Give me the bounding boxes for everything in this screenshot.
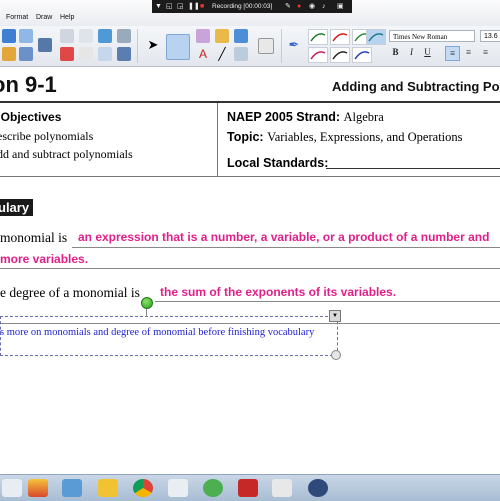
window-icon[interactable] — [272, 479, 292, 497]
media-icon[interactable] — [308, 479, 328, 497]
pen-style-5[interactable] — [308, 47, 328, 63]
dropdown-icon[interactable]: ▼ — [155, 2, 162, 11]
delete-icon[interactable] — [60, 47, 74, 61]
toolbar-separator — [137, 29, 138, 63]
text-tool-icon[interactable]: A — [196, 47, 210, 61]
pdf-icon[interactable] — [238, 479, 258, 497]
undo-icon[interactable] — [98, 29, 112, 43]
answer-line — [72, 247, 500, 248]
answer-line — [155, 301, 500, 302]
pen-style-2[interactable] — [330, 29, 350, 45]
select-arrow-icon[interactable]: ➤ — [146, 38, 160, 52]
pen-icon[interactable]: ✎ — [285, 2, 291, 11]
align-left-button[interactable]: ≡ — [445, 46, 460, 61]
pen-tool-icon[interactable] — [166, 34, 190, 60]
restore-icon[interactable]: ◲ — [177, 2, 184, 11]
new-page-icon[interactable] — [2, 29, 16, 43]
pause-icon[interactable]: ❚❚ — [188, 2, 200, 11]
app-green-icon[interactable] — [203, 479, 223, 497]
naep-label: NAEP 2005 Strand: — [227, 110, 341, 124]
font-size-select[interactable]: 13.6 — [480, 30, 500, 42]
topic-label: Topic: — [227, 130, 264, 144]
settings-icon[interactable] — [117, 29, 131, 43]
pen-style-1[interactable] — [308, 29, 328, 45]
pen-icon[interactable]: ✒ — [287, 38, 301, 52]
bold-button[interactable]: B — [389, 46, 402, 59]
align-center-button[interactable]: ≡ — [462, 46, 475, 59]
calculator-icon[interactable] — [168, 479, 188, 497]
shapes-icon[interactable] — [234, 29, 248, 43]
line-tool-icon[interactable]: ╱ — [215, 47, 229, 61]
menu-draw[interactable]: Draw — [36, 14, 52, 21]
audio-icon[interactable]: ♪ — [322, 2, 326, 11]
resize-handle[interactable] — [331, 350, 341, 360]
save-icon[interactable] — [19, 29, 33, 43]
fill-icon[interactable] — [215, 29, 229, 43]
table-column-divider — [217, 103, 218, 176]
explorer-icon[interactable] — [2, 479, 22, 497]
naep-strand: NAEP 2005 Strand: Algebra — [227, 110, 384, 125]
recording-bar: ▼ ◱ ◲ ❚❚ ■ Recording [00:00:03] ✎ ● ◉ ♪ … — [152, 0, 352, 13]
screen-icon[interactable] — [38, 38, 52, 52]
table-icon[interactable] — [234, 47, 248, 61]
open-icon[interactable] — [2, 47, 16, 61]
folder-icon[interactable] — [98, 479, 118, 497]
degree-answer: the sum of the exponents of its variable… — [160, 285, 397, 299]
pen-style-6[interactable] — [330, 47, 350, 63]
close-page-icon[interactable] — [117, 47, 131, 61]
objectives-heading: n Objectives — [0, 110, 62, 124]
answer-line — [0, 268, 500, 269]
monomial-answer-continued: more variables. — [0, 252, 89, 266]
print-icon[interactable] — [19, 47, 33, 61]
menu-format[interactable]: Format — [6, 14, 28, 21]
chrome-icon[interactable] — [133, 479, 153, 497]
objective-item: dd and subtract polynomials — [0, 147, 133, 161]
minimize-icon[interactable]: ◱ — [166, 2, 173, 11]
monomial-prompt: monomial is — [0, 230, 68, 245]
annotation-text[interactable]: s more on monomials and degree of monomi… — [0, 327, 314, 338]
topic-line: Topic: Variables, Expressions, and Opera… — [227, 130, 463, 145]
pen-style-7[interactable] — [352, 47, 372, 63]
local-standards-blank — [326, 168, 500, 169]
vocabulary-heading: ulary — [0, 199, 34, 216]
lesson-subtitle: Adding and Subtracting Po — [332, 79, 500, 94]
record-icon[interactable]: ■ — [200, 2, 204, 11]
paste-icon[interactable] — [79, 47, 93, 61]
copy-icon[interactable] — [79, 29, 93, 43]
eraser-icon[interactable] — [258, 38, 274, 54]
toolbar: ➤ A ╱ ✒ Times New Roman 13.6 B I U ≡ ≡ ≡ — [0, 26, 500, 67]
font-name-select[interactable]: Times New Roman — [389, 30, 475, 42]
taskbar — [0, 474, 500, 501]
rotate-handle[interactable] — [141, 297, 153, 309]
camera-icon[interactable]: ◉ — [309, 2, 315, 11]
highlighter-icon[interactable] — [196, 29, 210, 43]
close-icon[interactable]: ▣ — [337, 2, 344, 11]
toolbar-separator — [281, 29, 282, 63]
textbox-menu-icon[interactable]: ▼ — [329, 310, 341, 322]
cut-icon[interactable] — [60, 29, 74, 43]
topic-value: Variables, Expressions, and Operations — [267, 130, 463, 144]
app-icon[interactable] — [28, 479, 48, 497]
monomial-answer: an expression that is a number, a variab… — [78, 230, 490, 244]
local-standards-label: Local Standards: — [227, 156, 329, 170]
objective-item: escribe polynomials — [0, 129, 94, 143]
underline-button[interactable]: U — [421, 46, 434, 59]
recording-status: Recording [00:00:03] — [212, 3, 273, 10]
naep-value: Algebra — [343, 110, 384, 124]
redo-icon[interactable] — [98, 47, 112, 61]
menu-help[interactable]: Help — [60, 14, 74, 21]
degree-prompt: e degree of a monomial is — [0, 285, 140, 300]
pen-style-4[interactable] — [366, 29, 386, 45]
lesson-title: on 9-1 — [0, 72, 57, 97]
italic-button[interactable]: I — [405, 46, 418, 59]
notebook-icon[interactable] — [62, 479, 82, 497]
stop-icon[interactable]: ● — [297, 2, 301, 11]
align-right-button[interactable]: ≡ — [479, 46, 492, 59]
